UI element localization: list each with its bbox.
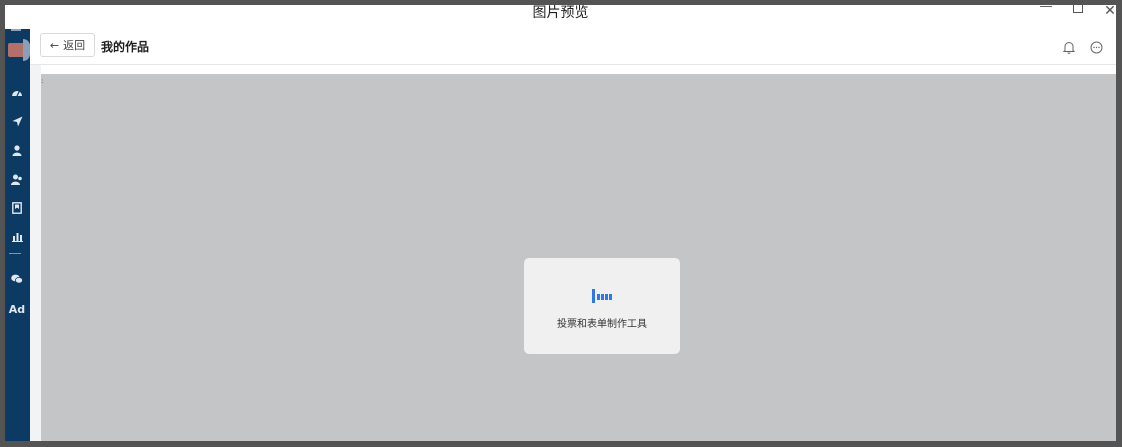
maximize-button[interactable] bbox=[1069, 5, 1087, 17]
sidebar-item-wechat[interactable] bbox=[7, 271, 27, 287]
sidebar-collapse-handle[interactable] bbox=[23, 39, 30, 61]
sidebar-item-users[interactable] bbox=[7, 171, 27, 187]
page-header: ← 返回 我的作品 bbox=[30, 29, 1116, 65]
loading-text: 投票和表单制作工具 bbox=[557, 319, 647, 330]
sidebar-gutter bbox=[30, 29, 41, 441]
sidebar-item-stats[interactable] bbox=[7, 229, 27, 245]
message-button[interactable] bbox=[1088, 39, 1104, 55]
sidebar-item-dashboard[interactable] bbox=[7, 84, 27, 100]
sidebar-divider bbox=[9, 253, 21, 254]
dashboard-icon bbox=[12, 90, 22, 97]
bell-icon bbox=[1063, 41, 1075, 54]
user-icon bbox=[12, 144, 22, 156]
screen-frame: 图片预览 — ✕ Ad ← 返回 我的作品: 投票和表单制作工具 bbox=[0, 0, 1122, 447]
sidebar-item-user[interactable] bbox=[7, 142, 27, 158]
back-button[interactable]: ← 返回 bbox=[40, 33, 95, 57]
page-title: 我的作品 bbox=[101, 40, 150, 54]
ad-icon: Ad bbox=[8, 302, 26, 316]
preview-content-area: : 投票和表单制作工具 bbox=[41, 74, 1116, 441]
chat-icon bbox=[1090, 41, 1102, 53]
arrow-left-icon: ← bbox=[49, 38, 60, 52]
help-button[interactable] bbox=[1112, 39, 1116, 55]
content-marker: : bbox=[41, 77, 44, 85]
title-bar: 图片预览 — ✕ bbox=[5, 5, 1116, 29]
preview-window: 图片预览 — ✕ Ad ← 返回 我的作品: 投票和表单制作工具 bbox=[5, 5, 1116, 441]
maximize-icon bbox=[1073, 5, 1083, 13]
users-icon bbox=[11, 174, 22, 185]
wechat-icon bbox=[11, 274, 23, 284]
sidebar-top-divider bbox=[11, 29, 21, 31]
notification-button[interactable] bbox=[1061, 39, 1077, 55]
close-button[interactable]: ✕ bbox=[1101, 5, 1116, 19]
loading-card: 投票和表单制作工具 bbox=[524, 258, 680, 354]
bookmark-icon bbox=[12, 202, 22, 214]
sidebar-item-send[interactable] bbox=[7, 113, 27, 129]
minimize-button[interactable]: — bbox=[1037, 5, 1055, 14]
back-button-label: 返回 bbox=[63, 39, 86, 52]
send-icon bbox=[12, 116, 22, 126]
bar-chart-icon bbox=[11, 233, 23, 242]
left-sidebar: Ad bbox=[5, 29, 30, 441]
window-title: 图片预览 bbox=[532, 5, 589, 21]
sidebar-item-ad[interactable]: Ad bbox=[7, 301, 27, 317]
loading-spinner-icon bbox=[592, 289, 614, 303]
sidebar-item-bookmark[interactable] bbox=[7, 200, 27, 216]
